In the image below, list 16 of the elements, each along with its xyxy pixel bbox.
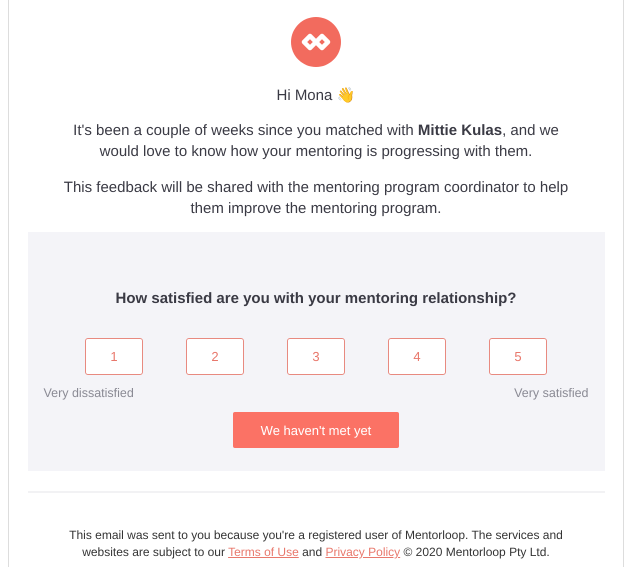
scale-label: Very satisfied <box>514 386 588 400</box>
message-paragraph: This feedback will be shared with the mentoring program coordinator to help them improve the mentoring program. <box>62 178 570 219</box>
rating-button[interactable]: 3 <box>287 338 345 375</box>
rating-button[interactable]: 1 <box>85 338 143 375</box>
greeting: Hi Mona 👋 <box>276 86 356 106</box>
footer-text: This email was sent to you because you're a registered user of Mentorloop. The services and websites are subject to our Terms of Use and Privacy Policy © 2020 Mentorloop Pty Ltd. <box>68 527 564 561</box>
terms-link[interactable]: Terms of Use <box>228 545 299 559</box>
privacy-link[interactable]: Privacy Policy <box>325 545 400 559</box>
message-paragraph: It's been a couple of weeks since you matched with Mittie Kulas, and we would love to know how your mentoring is progressing with them. <box>72 121 560 162</box>
rating-button[interactable]: 5 <box>489 338 547 375</box>
survey-question: How satisfied are you with your mentoring relationship? <box>116 289 516 309</box>
logo-icon <box>291 17 341 67</box>
rating-button[interactable]: 4 <box>388 338 446 375</box>
scale-label: Very dissatisfied <box>44 386 134 400</box>
not-met-button[interactable]: We haven't met yet <box>233 412 399 448</box>
rating-button[interactable]: 2 <box>186 338 244 375</box>
